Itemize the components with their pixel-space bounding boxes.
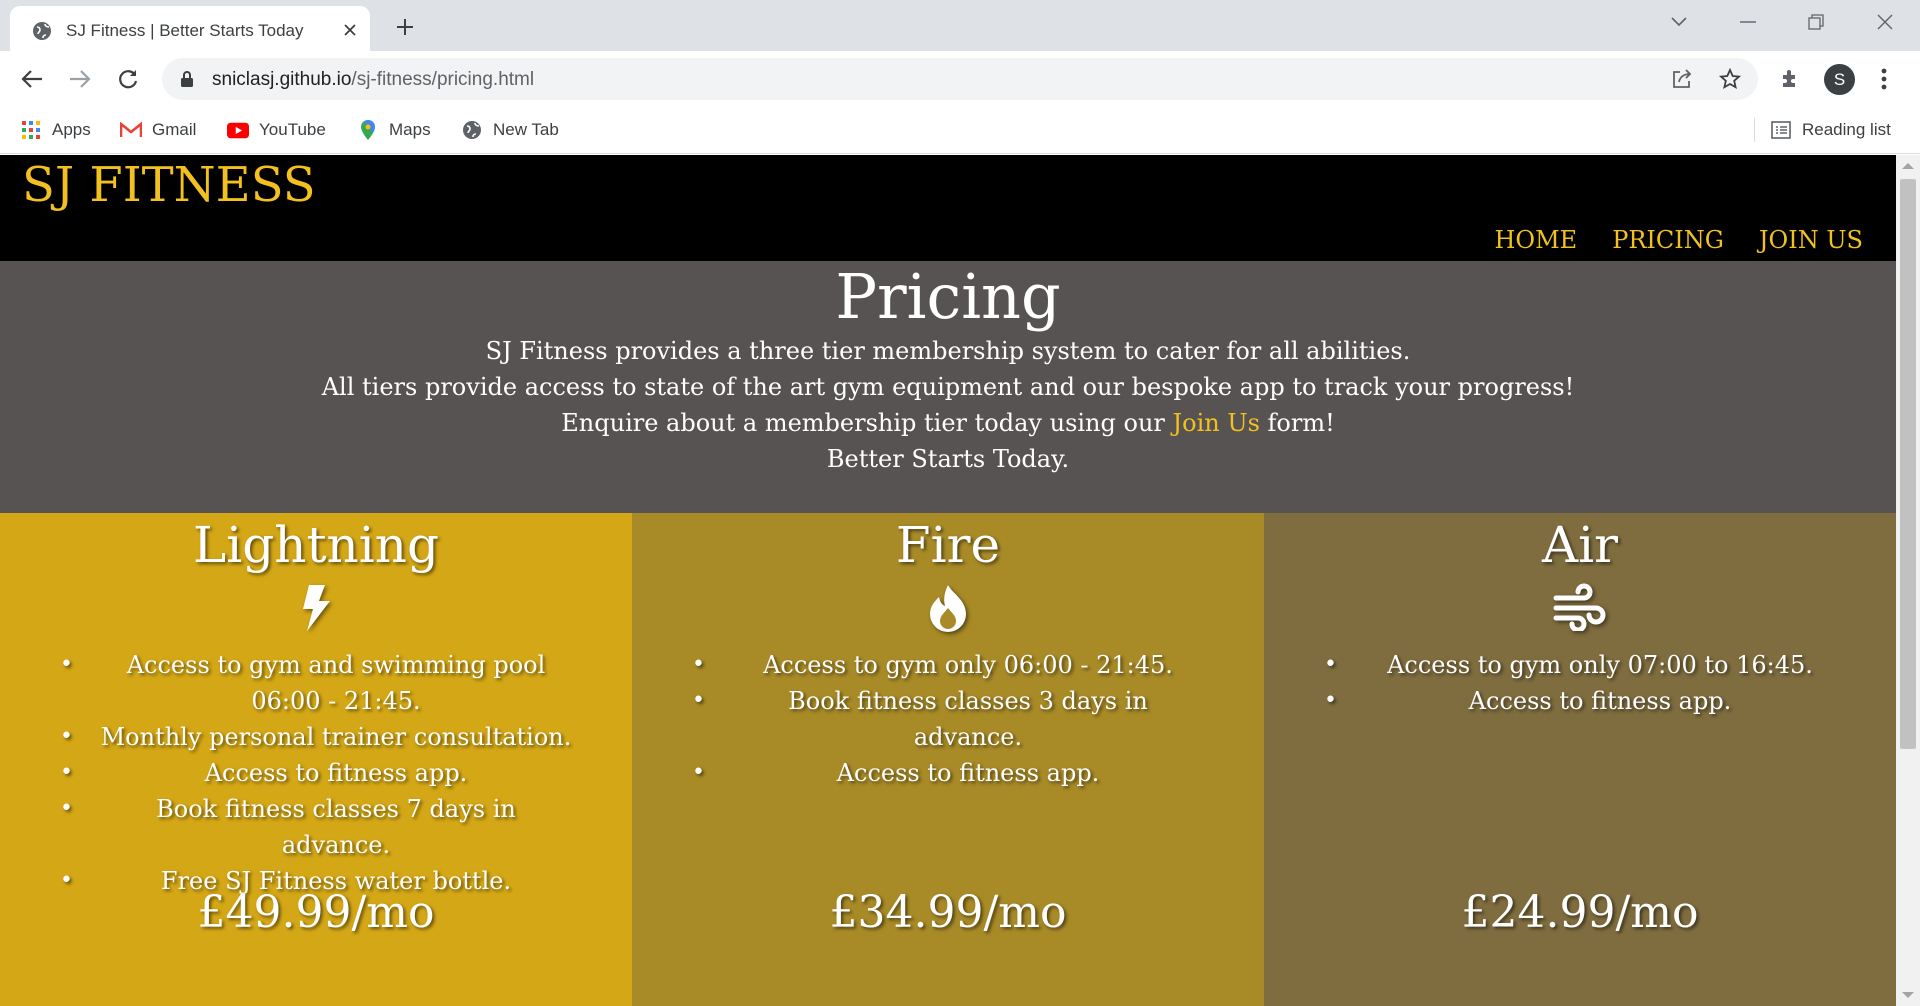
bookmark-label: YouTube xyxy=(259,120,326,139)
browser-toolbar: sniclasj.github.io/sj-fitness/pricing.ht… xyxy=(0,51,1920,106)
tier-card-lightning: Lightning Access to gym and swimming poo… xyxy=(0,513,632,1006)
forward-arrow-icon[interactable] xyxy=(66,65,94,93)
more-menu-icon[interactable] xyxy=(1870,65,1898,93)
bookmark-maps[interactable]: Maps xyxy=(357,115,431,145)
list-item: Access to gym only 06:00 - 21:45. xyxy=(652,647,1244,683)
list-item: Access to gym and swimming pool 06:00 - … xyxy=(20,647,612,719)
reading-list-label: Reading list xyxy=(1802,120,1891,139)
bookmark-label: New Tab xyxy=(493,120,559,139)
scroll-up-arrow-icon[interactable] xyxy=(1902,163,1914,169)
pricing-intro: Pricing SJ Fitness provides a three tier… xyxy=(0,261,1896,513)
tier-cards: Lightning Access to gym and swimming poo… xyxy=(0,513,1896,1006)
back-arrow-icon[interactable] xyxy=(18,65,46,93)
bookmark-label: Maps xyxy=(389,120,431,139)
tier-price: £49.99/mo xyxy=(197,887,435,938)
list-item: Access to fitness app. xyxy=(20,755,612,791)
tier-card-fire: Fire Access to gym only 06:00 - 21:45. B… xyxy=(632,513,1264,1006)
intro-text: form! xyxy=(1259,409,1335,437)
site-nav: HOME PRICING JOIN US xyxy=(1495,226,1864,254)
site-logo[interactable]: SJ FITNESS xyxy=(22,157,316,213)
list-item: Monthly personal trainer consultation. xyxy=(20,719,612,755)
nav-link-pricing[interactable]: PRICING xyxy=(1612,226,1724,254)
tier-price: £34.99/mo xyxy=(829,887,1067,938)
bookmark-label: Gmail xyxy=(152,120,197,139)
globe-icon xyxy=(461,119,483,141)
extensions-puzzle-icon[interactable] xyxy=(1776,65,1804,93)
bookmarks-bar: Apps Gmail YouTube Maps New Tab Reading … xyxy=(0,106,1920,154)
intro-line-2: All tiers provide access to state of the… xyxy=(321,373,1575,401)
new-tab-button[interactable] xyxy=(390,12,420,42)
youtube-icon xyxy=(227,119,249,141)
lightning-bolt-icon xyxy=(0,583,632,635)
tab-search-icon[interactable] xyxy=(1664,10,1694,34)
intro-line-1: SJ Fitness provides a three tier members… xyxy=(485,337,1411,365)
reload-icon[interactable] xyxy=(114,65,142,93)
scrollbar-thumb[interactable] xyxy=(1900,179,1916,749)
list-item: Access to gym only 07:00 to 16:45. xyxy=(1284,647,1876,683)
restore-icon[interactable] xyxy=(1801,10,1831,34)
list-item: Book fitness classes 3 days in advance. xyxy=(652,683,1244,755)
minimize-icon[interactable] xyxy=(1733,10,1763,34)
lock-icon[interactable] xyxy=(180,70,194,93)
bookmark-youtube[interactable]: YouTube xyxy=(227,115,326,145)
tab-title: SJ Fitness | Better Starts Today xyxy=(66,21,304,40)
tier-features: Access to gym only 06:00 - 21:45. Book f… xyxy=(652,647,1244,791)
scroll-down-arrow-icon[interactable] xyxy=(1902,992,1914,998)
address-bar[interactable]: sniclasj.github.io/sj-fitness/pricing.ht… xyxy=(162,58,1758,100)
bookmark-label: Apps xyxy=(52,120,91,139)
tier-price: £24.99/mo xyxy=(1461,887,1699,938)
maps-pin-icon xyxy=(357,119,379,141)
wind-icon xyxy=(1264,583,1896,635)
nav-link-home[interactable]: HOME xyxy=(1495,226,1578,254)
reading-list-button[interactable]: Reading list xyxy=(1770,115,1891,145)
profile-avatar[interactable]: S xyxy=(1824,64,1855,95)
close-window-icon[interactable] xyxy=(1870,10,1900,34)
intro-line-4: Better Starts Today. xyxy=(826,445,1070,473)
tier-name: Air xyxy=(1541,516,1618,574)
intro-line-3: Enquire about a membership tier today us… xyxy=(0,405,1896,441)
tier-name: Lightning xyxy=(193,516,439,574)
list-item: Access to fitness app. xyxy=(1284,683,1876,719)
bookmark-apps[interactable]: Apps xyxy=(20,115,91,145)
fire-icon xyxy=(632,583,1264,635)
apps-grid-icon xyxy=(20,119,42,141)
site-header: SJ FITNESS HOME PRICING JOIN US xyxy=(0,155,1896,261)
share-icon[interactable] xyxy=(1670,67,1694,91)
tier-name: Fire xyxy=(895,516,1001,574)
browser-tab-strip: SJ Fitness | Better Starts Today xyxy=(0,0,1920,51)
browser-tab[interactable]: SJ Fitness | Better Starts Today xyxy=(10,6,370,51)
bookmark-gmail[interactable]: Gmail xyxy=(120,115,196,145)
tier-features: Access to gym and swimming pool 06:00 - … xyxy=(20,647,612,899)
globe-icon xyxy=(32,21,52,41)
page-viewport: SJ FITNESS HOME PRICING JOIN US Pricing … xyxy=(0,155,1896,1006)
list-item: Access to fitness app. xyxy=(652,755,1244,791)
list-item: Book fitness classes 7 days in advance. xyxy=(20,791,612,863)
bookmark-new-tab[interactable]: New Tab xyxy=(461,115,559,145)
close-icon[interactable] xyxy=(338,18,362,42)
bookmarks-divider xyxy=(1754,118,1755,142)
bookmark-star-icon[interactable] xyxy=(1718,67,1742,91)
reading-list-icon xyxy=(1770,119,1792,141)
join-us-link[interactable]: Join Us xyxy=(1173,409,1260,437)
page-title: Pricing xyxy=(835,260,1061,333)
url-text: sniclasj.github.io/sj-fitness/pricing.ht… xyxy=(212,69,535,90)
tier-card-air: Air Access to gym only 07:00 to 16:45. A… xyxy=(1264,513,1896,1006)
nav-link-join-us[interactable]: JOIN US xyxy=(1759,226,1863,254)
tier-features: Access to gym only 07:00 to 16:45. Acces… xyxy=(1284,647,1876,719)
intro-text: Enquire about a membership tier today us… xyxy=(561,409,1173,437)
page-scrollbar[interactable] xyxy=(1896,155,1920,1006)
gmail-icon xyxy=(120,119,142,141)
